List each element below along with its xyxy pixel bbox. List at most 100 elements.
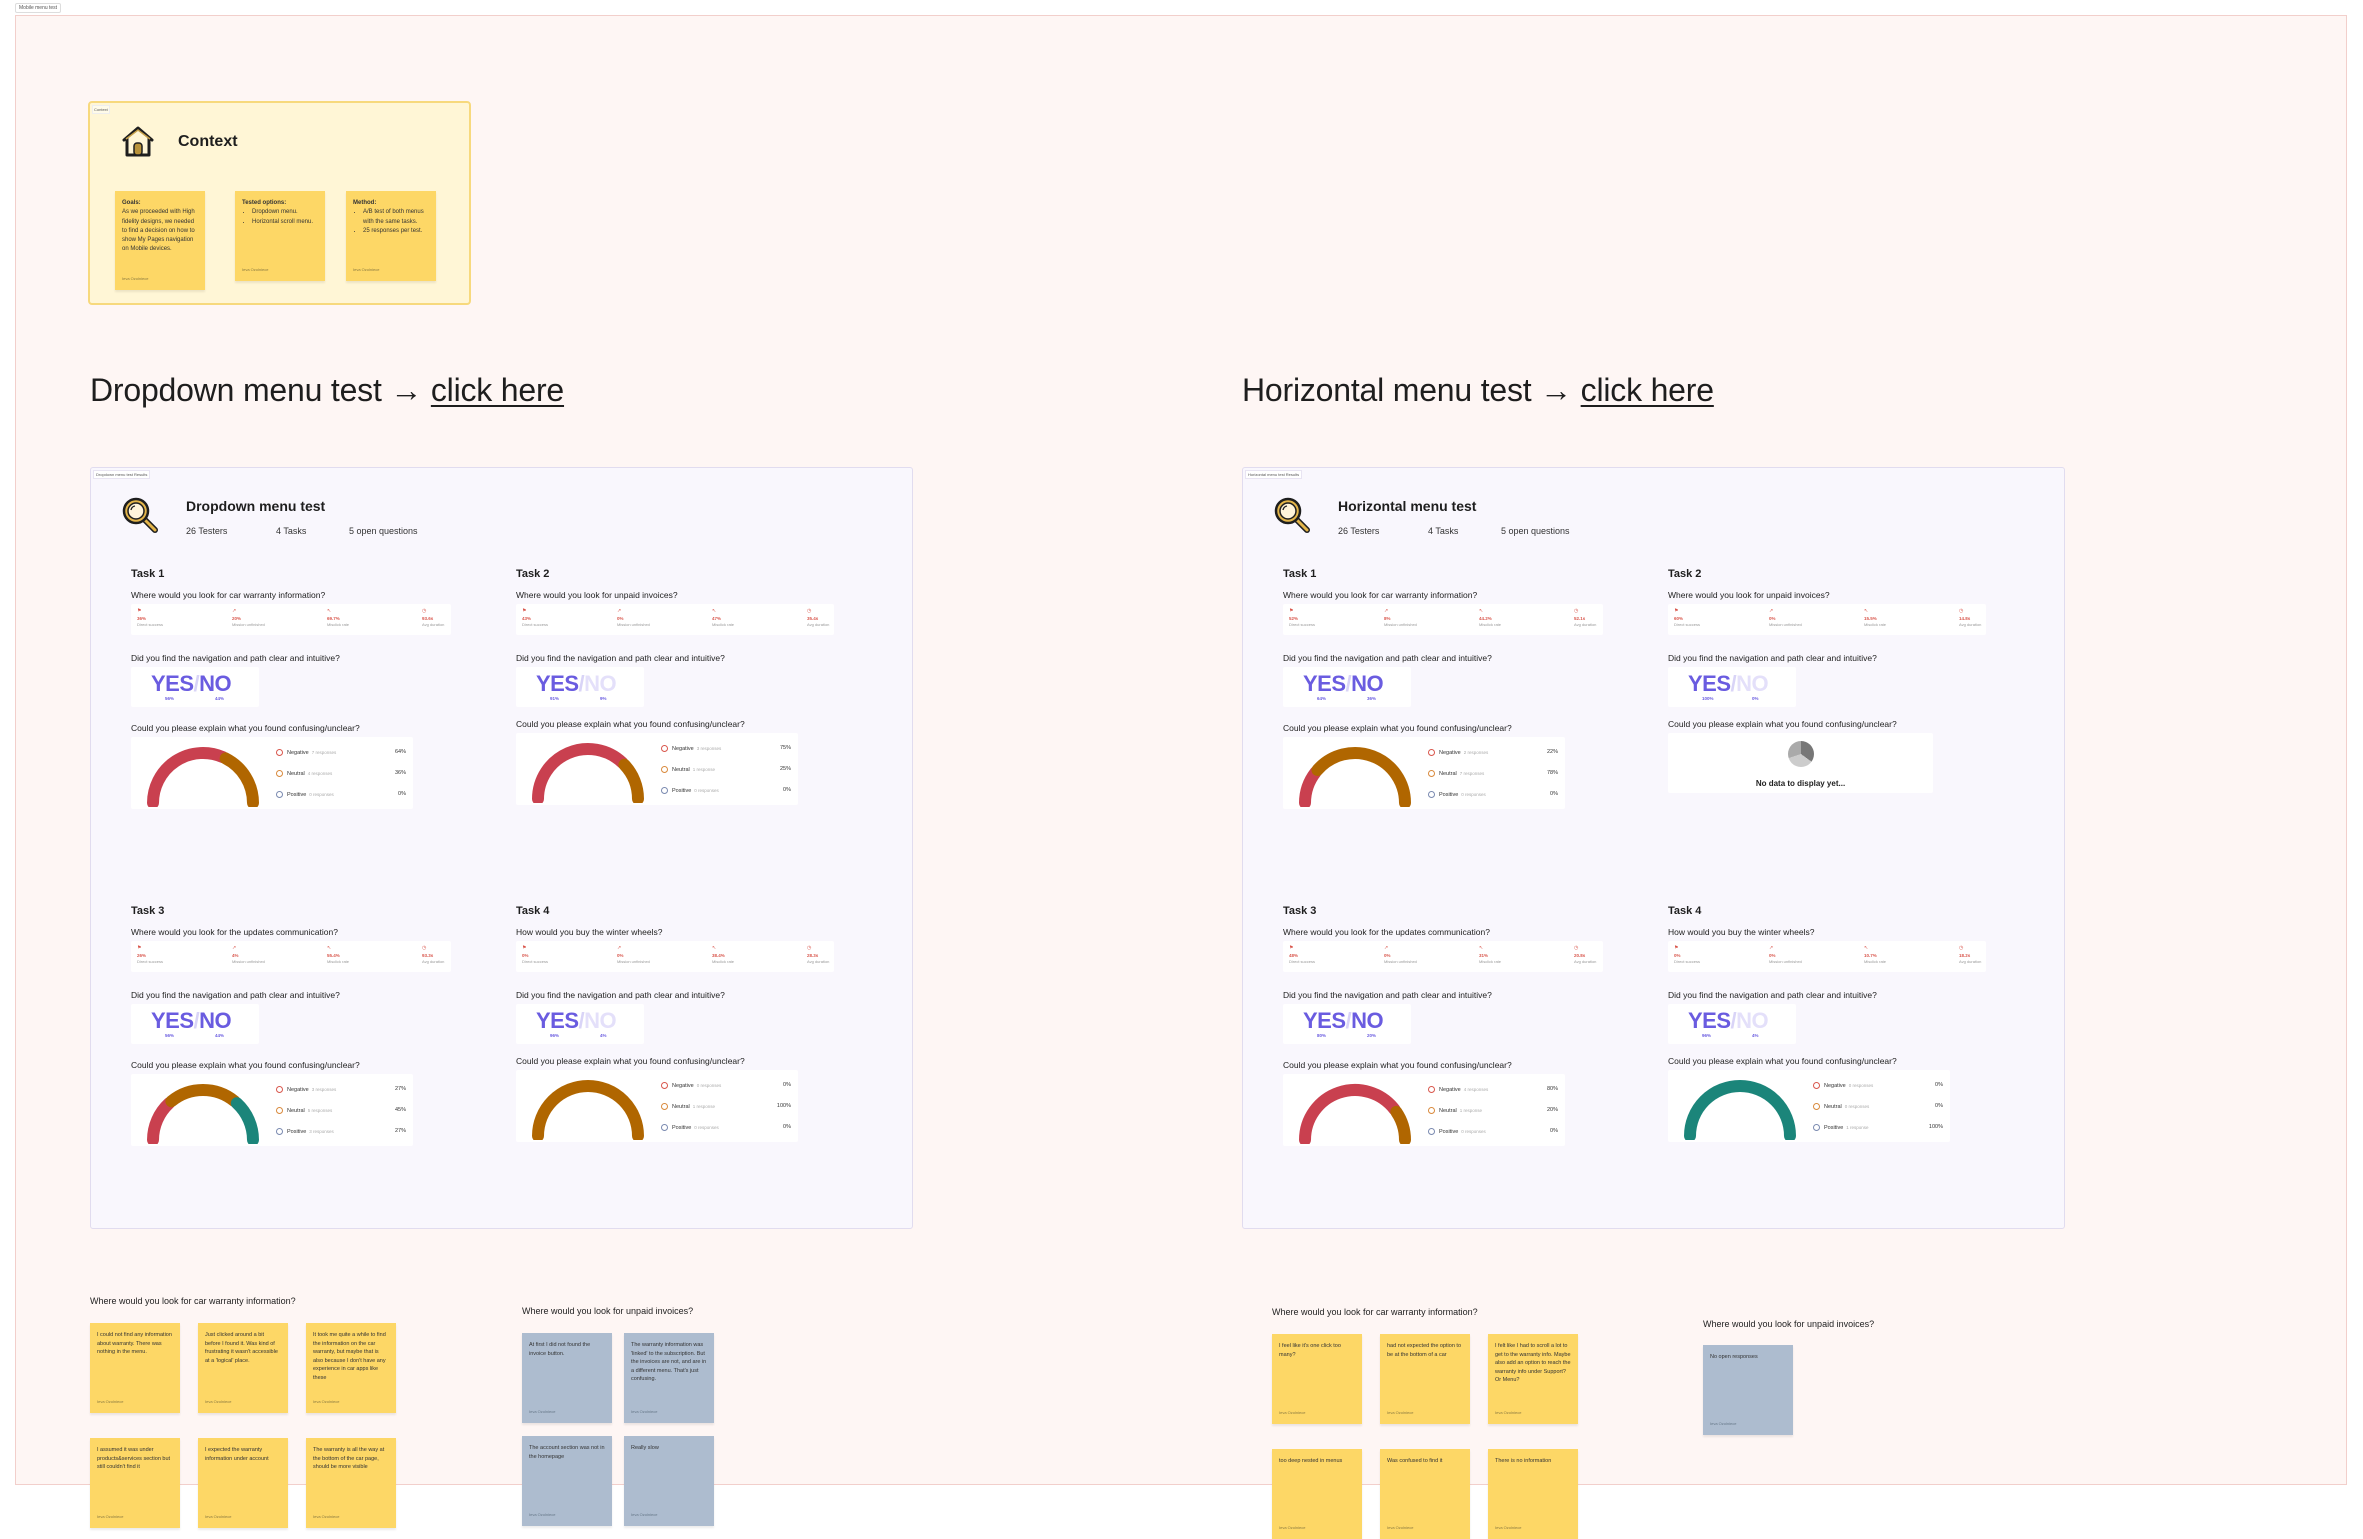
yes-no-word: YES/NO <box>1303 671 1384 697</box>
response-sticky-note[interactable]: The account section was not in the homep… <box>522 1436 612 1526</box>
sentiment-row-positive: Positive 0 responses 0% <box>1428 1128 1558 1135</box>
response-sticky-note[interactable]: At first I did not found the invoice but… <box>522 1333 612 1423</box>
no-data-message: No data to display yet... <box>1755 779 1846 788</box>
response-sticky-note[interactable]: The warranty is all the way at the botto… <box>306 1438 396 1528</box>
sentiment-label: Positive <box>1439 1128 1459 1135</box>
metric-label: Mission unfinished <box>1384 959 1417 965</box>
response-sticky-note[interactable]: No open responses Ieva Ozolniece <box>1703 1345 1793 1435</box>
note-author: Ieva Ozolniece <box>1279 1409 1306 1415</box>
cursor-icon: ↖ <box>1479 945 1484 951</box>
clock-icon: ◷ <box>807 608 812 614</box>
sentiment-row-negative: Negative 0 responses 0% <box>661 1082 791 1089</box>
response-sticky-note[interactable]: I assumed it was under products&services… <box>90 1438 180 1528</box>
response-sticky-note[interactable]: Really slow Ieva Ozolniece <box>624 1436 714 1526</box>
yes-percent: 91% <box>550 696 560 701</box>
response-sticky-note[interactable]: There is no information Ieva Ozolniece <box>1488 1449 1578 1539</box>
sentiment-count: 0 responses <box>1461 1128 1486 1134</box>
flag-icon: ⚑ <box>1674 945 1679 951</box>
metric-avg-duration: ◷ 93.3s Avg duration <box>422 945 444 965</box>
metric-label: Misclick rate <box>327 959 350 965</box>
panel-stat: 4 Tasks <box>1428 526 1459 536</box>
metric-label: Mission unfinished <box>1384 622 1417 628</box>
sentiment-count: 1 response <box>1846 1124 1869 1130</box>
note-bullet: A/B test of both menus with the same tas… <box>363 208 429 227</box>
flag-icon: ⚑ <box>522 945 527 951</box>
note-author: Ieva Ozolniece <box>205 1398 232 1404</box>
metric-value: 15.5% <box>1864 615 1877 621</box>
context-note-tested-options[interactable]: Tested options: Dropdown menu. Horizonta… <box>235 191 325 281</box>
response-sticky-note[interactable]: I expected the warranty information unde… <box>198 1438 288 1528</box>
metric-value: 31% <box>1479 952 1489 958</box>
face-icon <box>1428 791 1435 798</box>
sentiment-percent: 45% <box>394 1107 406 1113</box>
face-icon <box>1428 749 1435 756</box>
response-sticky-note[interactable]: The warranty information was 'linked' to… <box>624 1333 714 1423</box>
task-title: Task 1 <box>1283 568 1317 580</box>
response-sticky-note[interactable]: It took me quite a while to find the inf… <box>306 1323 396 1413</box>
metric-value: 20% <box>232 615 242 621</box>
panel-stat: 26 Testers <box>1338 526 1380 536</box>
trend-icon: ↗ <box>1384 945 1389 951</box>
response-sticky-note[interactable]: Was confused to find it Ieva Ozolniece <box>1380 1449 1470 1539</box>
metric-mission-unfinished: ↗ 4% Mission unfinished <box>232 945 265 965</box>
metric-label: Mission unfinished <box>232 959 265 965</box>
sentiment-count: 3 responses <box>696 745 722 751</box>
face-icon <box>1813 1082 1820 1089</box>
yes-percent: 100% <box>1702 696 1714 701</box>
nav-question: Did you find the navigation and path cle… <box>131 990 340 1000</box>
context-note-method[interactable]: Method: A/B test of both menus with the … <box>346 191 436 281</box>
sentiment-card: Negative 4 responses 80% Neutral 1 response 2… <box>1283 1074 1565 1146</box>
dropdown-results-panel: Dropdown menu test Results Dropdown menu … <box>90 467 913 1229</box>
dropdown-test-heading: Dropdown menu test → click here <box>90 372 564 409</box>
yes-label: YES <box>536 1008 579 1033</box>
cursor-icon: ↖ <box>1864 945 1869 951</box>
metric-mission-unfinished: ↗ 8% Mission unfinished <box>1384 608 1417 628</box>
metric-value: 93.6s <box>422 615 434 621</box>
sentiment-row-positive: Positive 0 responses 0% <box>276 791 406 798</box>
sentiment-percent: 0% <box>1550 791 1558 797</box>
metric-value: 48% <box>1289 952 1299 958</box>
panel-title: Dropdown menu test <box>186 498 326 514</box>
response-sticky-note[interactable]: I could not find any information about w… <box>90 1323 180 1413</box>
explain-question: Could you please explain what you found … <box>1283 723 1512 733</box>
sentiment-count: 0 responses <box>694 1124 719 1130</box>
no-percent: 44% <box>215 696 225 701</box>
note-author: Ieva Ozolniece <box>631 1408 658 1414</box>
sentiment-label: Neutral <box>287 1107 305 1114</box>
metric-label: Avg duration <box>1574 959 1597 965</box>
yes-percent: 56% <box>165 696 175 701</box>
metric-value: 0% <box>617 952 624 958</box>
task-question: Where would you look for car warranty in… <box>131 590 326 600</box>
explain-question: Could you please explain what you found … <box>1668 1056 1897 1066</box>
metrics-row: ⚑ 0% Direct success ↗ 0% Mission unfinished ↖ 3… <box>516 941 834 972</box>
response-sticky-note[interactable]: I feel like it's one click too many? Ieva… <box>1272 1334 1362 1424</box>
open-responses-question: Where would you look for unpaid invoices… <box>522 1306 694 1316</box>
task-title: Task 4 <box>1668 905 1702 917</box>
context-note-goals[interactable]: Goals: As we proceeded with High fidelit… <box>115 191 205 290</box>
response-sticky-note[interactable]: had not expected the option to be at the… <box>1380 1334 1470 1424</box>
metric-value: 0% <box>522 952 529 958</box>
response-sticky-note[interactable]: Just clicked around a bit before I found… <box>198 1323 288 1413</box>
flag-icon: ⚑ <box>1289 608 1294 614</box>
sentiment-percent: 0% <box>1935 1103 1943 1109</box>
metric-label: Avg duration <box>422 622 445 628</box>
metric-direct-success: ⚑ 48% Direct success <box>1289 945 1315 965</box>
response-sticky-note[interactable]: I felt like I had to scroll a lot to get… <box>1488 1334 1578 1424</box>
metric-value: 93.3s <box>422 952 434 958</box>
note-bullet: 25 responses per test. <box>363 227 429 236</box>
sentiment-count: 4 responses <box>307 770 333 776</box>
horizontal-test-link[interactable]: click here <box>1581 372 1714 408</box>
sentiment-label: Neutral <box>672 1103 690 1110</box>
sentiment-percent: 100% <box>1928 1124 1943 1130</box>
no-label: NO <box>1351 1008 1384 1033</box>
no-percent: 4% <box>1752 1033 1759 1038</box>
response-sticky-note[interactable]: too deep nested in menus Ieva Ozolniece <box>1272 1449 1362 1539</box>
dropdown-test-link[interactable]: click here <box>431 372 564 408</box>
response-text: I could not find any information about w… <box>97 1332 172 1356</box>
explain-question: Could you please explain what you found … <box>516 1056 745 1066</box>
response-text: Just clicked around a bit before I found… <box>205 1332 278 1364</box>
sentiment-card: Negative 7 responses 64% Neutral 4 responses… <box>131 737 413 809</box>
sentiment-gauge <box>1299 747 1411 807</box>
